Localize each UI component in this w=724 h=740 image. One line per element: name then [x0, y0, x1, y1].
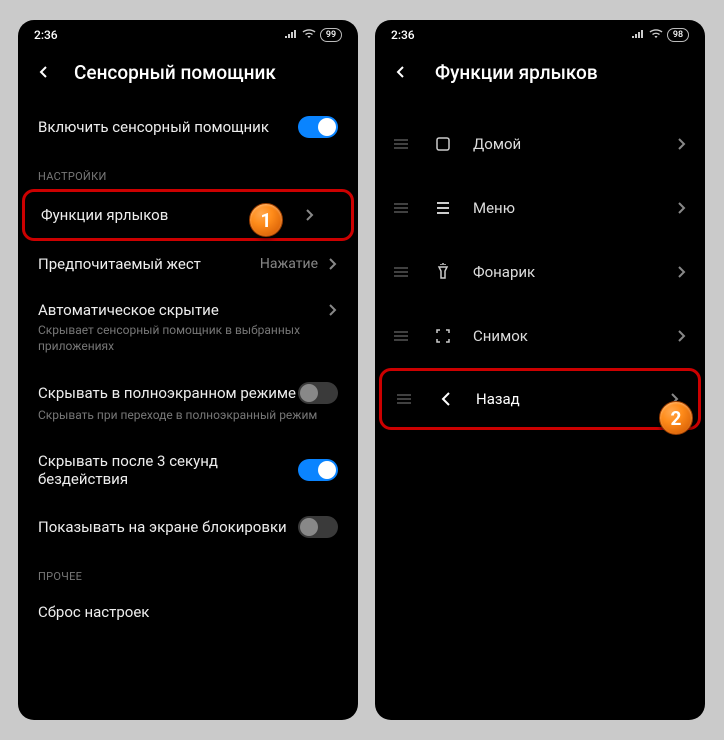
highlight-shortcut-functions: Функции ярлыков — [22, 189, 354, 241]
chevron-right-icon — [326, 258, 338, 270]
shortcut-row-back[interactable]: Назад — [382, 371, 682, 427]
setting-reset[interactable]: Сброс настроек — [18, 589, 358, 625]
titlebar: Функции ярлыков — [375, 46, 705, 102]
label: Скрывать в полноэкранном режиме — [38, 384, 298, 402]
chevron-right-icon — [303, 209, 315, 221]
chevron-right-icon — [675, 330, 687, 342]
battery-icon: 99 — [320, 28, 342, 42]
section-settings: НАСТРОЙКИ — [18, 152, 358, 189]
flashlight-icon — [433, 262, 453, 282]
screenshot-icon — [433, 326, 453, 346]
shortcut-row-home[interactable]: Домой — [375, 112, 705, 176]
page-title: Сенсорный помощник — [74, 61, 276, 84]
titlebar: Сенсорный помощник — [18, 46, 358, 102]
label: Снимок — [473, 327, 675, 345]
wifi-icon — [302, 29, 316, 42]
setting-hide-fullscreen[interactable]: Скрывать в полноэкранном режиме Скрывать… — [18, 368, 358, 438]
sublabel: Скрывать при переходе в полноэкранный ре… — [38, 408, 317, 424]
step-badge-1: 1 — [249, 203, 283, 237]
label: Включить сенсорный помощник — [38, 118, 298, 136]
toggle-fullscreen[interactable] — [298, 382, 338, 404]
value: Нажатие — [260, 256, 318, 272]
step-badge-2: 2 — [659, 401, 693, 435]
wifi-icon — [649, 29, 663, 42]
statusbar: 2:36 98 — [375, 20, 705, 46]
label: Фонарик — [473, 263, 675, 281]
chevron-right-icon — [675, 266, 687, 278]
label: Сброс настроек — [38, 603, 338, 621]
label: Предпочитаемый жест — [38, 255, 260, 273]
signal-icon — [284, 29, 298, 42]
section-other: ПРОЧЕЕ — [18, 552, 358, 589]
setting-enable-touch-assistant[interactable]: Включить сенсорный помощник — [18, 102, 358, 152]
drag-handle-icon[interactable] — [393, 203, 409, 213]
drag-handle-icon[interactable] — [393, 139, 409, 149]
sublabel: Скрывает сенсорный помощник в выбранных … — [38, 323, 338, 354]
status-icons: 99 — [284, 28, 342, 42]
phone-left: 2:36 99 Сенсорный помощник Включить сенс… — [18, 20, 358, 720]
drag-handle-icon[interactable] — [393, 267, 409, 277]
signal-icon — [631, 29, 645, 42]
menu-icon — [433, 198, 453, 218]
back-button[interactable] — [32, 60, 56, 84]
toggle-enable[interactable] — [298, 116, 338, 138]
label: Домой — [473, 135, 675, 153]
highlight-back-row: Назад — [379, 368, 701, 430]
drag-handle-icon[interactable] — [393, 331, 409, 341]
statusbar: 2:36 99 — [18, 20, 358, 46]
setting-auto-hide[interactable]: Автоматическое скрытие Скрывает сенсорны… — [18, 287, 358, 368]
setting-show-on-lockscreen[interactable]: Показывать на экране блокировки — [18, 502, 358, 552]
toggle-hide-3s[interactable] — [298, 459, 338, 481]
label: Назад — [476, 390, 668, 408]
setting-hide-after-3s[interactable]: Скрывать после 3 секунд бездействия — [18, 438, 358, 502]
setting-preferred-gesture[interactable]: Предпочитаемый жест Нажатие — [18, 241, 358, 287]
phone-right: 2:36 98 Функции ярлыков Домой — [375, 20, 705, 720]
status-time: 2:36 — [34, 28, 58, 42]
shortcut-row-flashlight[interactable]: Фонарик — [375, 240, 705, 304]
battery-icon: 98 — [667, 28, 689, 42]
setting-shortcut-functions[interactable]: Функции ярлыков — [25, 192, 335, 238]
toggle-lockscreen[interactable] — [298, 516, 338, 538]
label: Автоматическое скрытие — [38, 301, 326, 319]
back-icon — [436, 389, 456, 409]
label: Меню — [473, 199, 675, 217]
status-time: 2:36 — [391, 28, 415, 42]
shortcut-row-menu[interactable]: Меню — [375, 176, 705, 240]
shortcut-row-screenshot[interactable]: Снимок — [375, 304, 705, 368]
status-icons: 98 — [631, 28, 689, 42]
chevron-right-icon — [675, 138, 687, 150]
label: Показывать на экране блокировки — [38, 518, 298, 536]
chevron-right-icon — [326, 304, 338, 316]
home-icon — [433, 134, 453, 154]
drag-handle-icon[interactable] — [396, 394, 412, 404]
page-title: Функции ярлыков — [435, 61, 598, 84]
back-button[interactable] — [389, 60, 413, 84]
chevron-right-icon — [675, 202, 687, 214]
label: Скрывать после 3 секунд бездействия — [38, 452, 298, 488]
